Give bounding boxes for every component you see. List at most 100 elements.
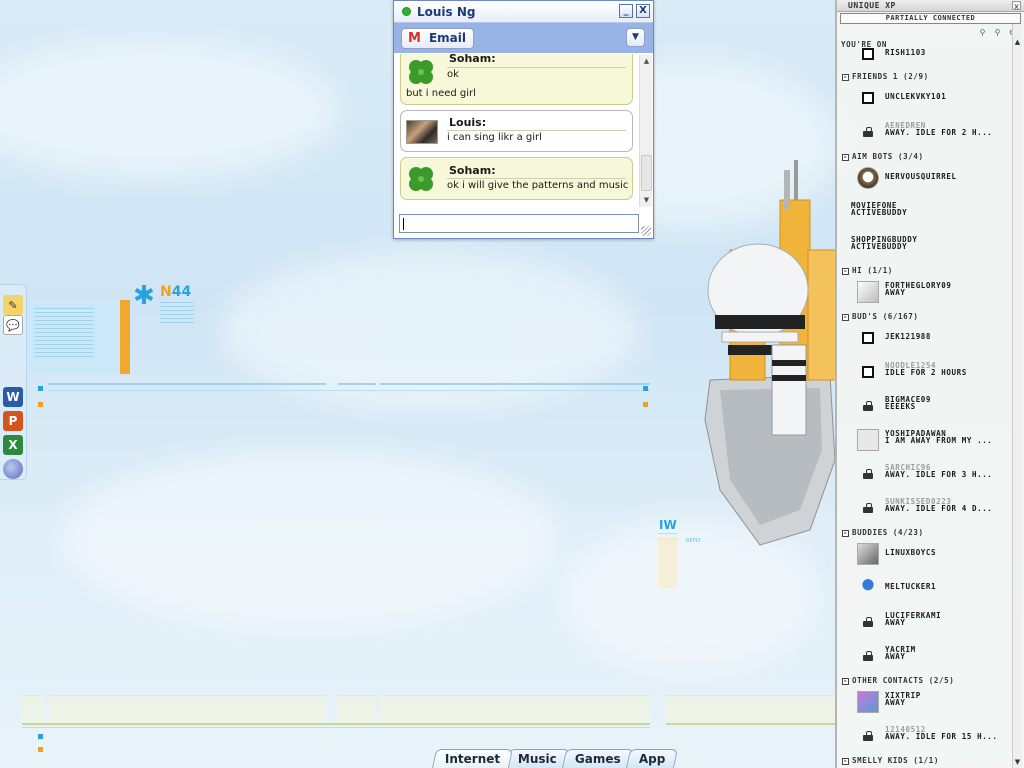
word-icon[interactable]: W	[3, 387, 23, 407]
buddy-away-message: AWAY. IDLE FOR 3 H...	[885, 470, 993, 479]
buddy-row[interactable]: YOSHIPADAWAN I AM AWAY FROM MY ...	[839, 424, 1011, 454]
idle-icon	[857, 725, 879, 747]
buddy-info-icon[interactable]: ⚲	[993, 28, 1002, 37]
group-header[interactable]: - AIM BOTS (3/4)	[842, 152, 924, 161]
group-header[interactable]: - SMELLY KIDS (1/1)	[842, 756, 939, 765]
widget-line	[666, 723, 836, 725]
message-divider	[447, 178, 626, 179]
buddy-screen-name: JEK121988	[885, 332, 932, 341]
widget-pale-block	[50, 695, 326, 723]
cloud	[60, 450, 560, 630]
reply-link[interactable]: REPLY	[686, 538, 701, 544]
group-header[interactable]: - BUD'S (6/167)	[842, 312, 919, 321]
collapse-icon[interactable]: -	[842, 154, 849, 161]
buddy-row[interactable]: SHOPPINGBUDDY ACTIVEBUDDY	[839, 230, 1011, 260]
buddy-row[interactable]: FORTHEGLORY09 AWAY	[839, 276, 1011, 306]
message-input[interactable]	[399, 214, 639, 233]
self-row: RISH1103	[839, 38, 1011, 68]
message-sender: Soham:	[449, 54, 496, 65]
powerpoint-icon[interactable]: P	[3, 411, 23, 431]
browser-icon[interactable]	[3, 459, 23, 479]
collapse-icon[interactable]: -	[842, 758, 849, 765]
tab-games[interactable]: Games	[562, 749, 634, 768]
buddy-row[interactable]: MELTUCKER1	[839, 572, 1011, 602]
group-header[interactable]: - OTHER CONTACTS (2/5)	[842, 676, 954, 685]
buddy-row[interactable]: MOVIEFONE ACTIVEBUDDY	[839, 196, 1011, 226]
online-square-icon	[857, 327, 879, 349]
idle-icon	[857, 497, 879, 519]
buddy-photo-icon	[857, 543, 879, 565]
collapse-icon[interactable]: -	[842, 74, 849, 81]
buddy-row[interactable]: NERVOUSQUIRREL	[839, 162, 1011, 192]
buddy-row[interactable]: LUCIFERKAMI AWAY	[839, 606, 1011, 636]
widget-line	[48, 383, 326, 385]
buddy-row[interactable]: LINUXBOYCS	[839, 538, 1011, 568]
clover-icon	[409, 60, 433, 84]
buddy-list-scrollbar[interactable]: ▲ ▼	[1012, 24, 1022, 768]
group-header[interactable]: - BUDDIES (4/23)	[842, 528, 924, 537]
buddy-row[interactable]: XIXTRIP AWAY	[839, 686, 1011, 716]
buddy-list-title[interactable]: UNIQUE XP	[837, 0, 1024, 12]
message-sender: Louis:	[449, 116, 487, 129]
group-header[interactable]: - FRIENDS 1 (2/9)	[842, 72, 929, 81]
quick-launch-dock: ✎ 💬 W P X	[0, 284, 27, 480]
pencil-icon[interactable]: ✎	[3, 295, 23, 315]
close-button[interactable]: X	[636, 4, 650, 18]
avatar	[406, 120, 438, 144]
scroll-thumb[interactable]	[641, 155, 652, 191]
collapse-icon[interactable]: -	[842, 314, 849, 321]
widget-pale-block	[22, 695, 44, 723]
chat-titlebar[interactable]: Louis Ng _ X	[394, 1, 653, 23]
widget-title-num: 44	[171, 284, 192, 300]
buddy-row[interactable]: UNCLEKVKY101	[839, 82, 1011, 112]
city-illustration	[704, 160, 837, 546]
buddy-screen-name: UNCLEKVKY101	[885, 92, 947, 101]
buddy-row[interactable]: SUNKISSED0223 AWAY. IDLE FOR 4 D...	[839, 492, 1011, 522]
buddy-row[interactable]: YACRIM AWAY	[839, 640, 1011, 670]
buddy-row[interactable]: JEK121988	[839, 322, 1011, 352]
resize-grip-icon[interactable]	[641, 226, 651, 236]
scroll-down-icon[interactable]: ▼	[1013, 758, 1022, 766]
buddy-row[interactable]: NOODLE1254 IDLE FOR 2 HOURS	[839, 356, 1011, 386]
widget-dot	[38, 734, 43, 739]
minimize-button[interactable]: _	[619, 4, 633, 18]
widget-pale-block	[338, 695, 376, 723]
chat-message: Louis: i can sing likr a girl	[400, 110, 633, 152]
group-header[interactable]: - HI (1/1)	[842, 266, 893, 275]
widget-dot	[643, 402, 648, 407]
scroll-up-icon[interactable]: ▲	[1013, 38, 1022, 46]
collapse-icon[interactable]: -	[842, 530, 849, 537]
scroll-up-icon[interactable]: ▲	[641, 56, 652, 67]
widget-accent-bar	[120, 300, 130, 374]
buddy-row[interactable]: 12140512 AWAY. IDLE FOR 15 H...	[839, 720, 1011, 750]
tab-app[interactable]: App	[625, 749, 679, 768]
tab-internet[interactable]: Internet	[431, 749, 514, 768]
tab-music[interactable]: Music	[505, 749, 571, 768]
chevron-down-icon[interactable]: ▼	[626, 28, 645, 47]
buddy-row[interactable]: SARCHIC96 AWAY. IDLE FOR 3 H...	[839, 458, 1011, 488]
message-text: ok i will give the patterns and music	[447, 180, 629, 191]
collapse-icon[interactable]: -	[842, 268, 849, 275]
speech-bubble-icon[interactable]: 💬	[3, 315, 23, 335]
widget-dot	[38, 747, 43, 752]
add-buddy-icon[interactable]: ⚲	[978, 28, 987, 37]
buddy-away-message: EEEEKS	[885, 402, 916, 411]
buddy-row[interactable]: AENEDREN AWAY. IDLE FOR 2 H...	[839, 116, 1011, 146]
idle-icon	[857, 645, 879, 667]
cartoon-icon	[857, 281, 879, 303]
theory-icon	[857, 429, 879, 451]
message-sender: Soham:	[449, 164, 496, 177]
email-button[interactable]: M Email	[401, 27, 474, 49]
buddy-row[interactable]: BIGMACE09 EEEEKS	[839, 390, 1011, 420]
scroll-down-icon[interactable]: ▼	[641, 195, 652, 206]
idle-icon	[857, 121, 879, 143]
collapse-icon[interactable]: -	[842, 678, 849, 685]
widget-sub-text	[160, 302, 194, 326]
close-icon[interactable]: x	[1012, 1, 1021, 11]
group-label: SMELLY KIDS (1/1)	[852, 756, 939, 765]
excel-icon[interactable]: X	[3, 435, 23, 455]
widget-dot	[38, 386, 43, 391]
idle-icon	[857, 463, 879, 485]
cloud	[0, 40, 340, 180]
message-scrollbar[interactable]: ▲ ▼	[639, 55, 652, 207]
